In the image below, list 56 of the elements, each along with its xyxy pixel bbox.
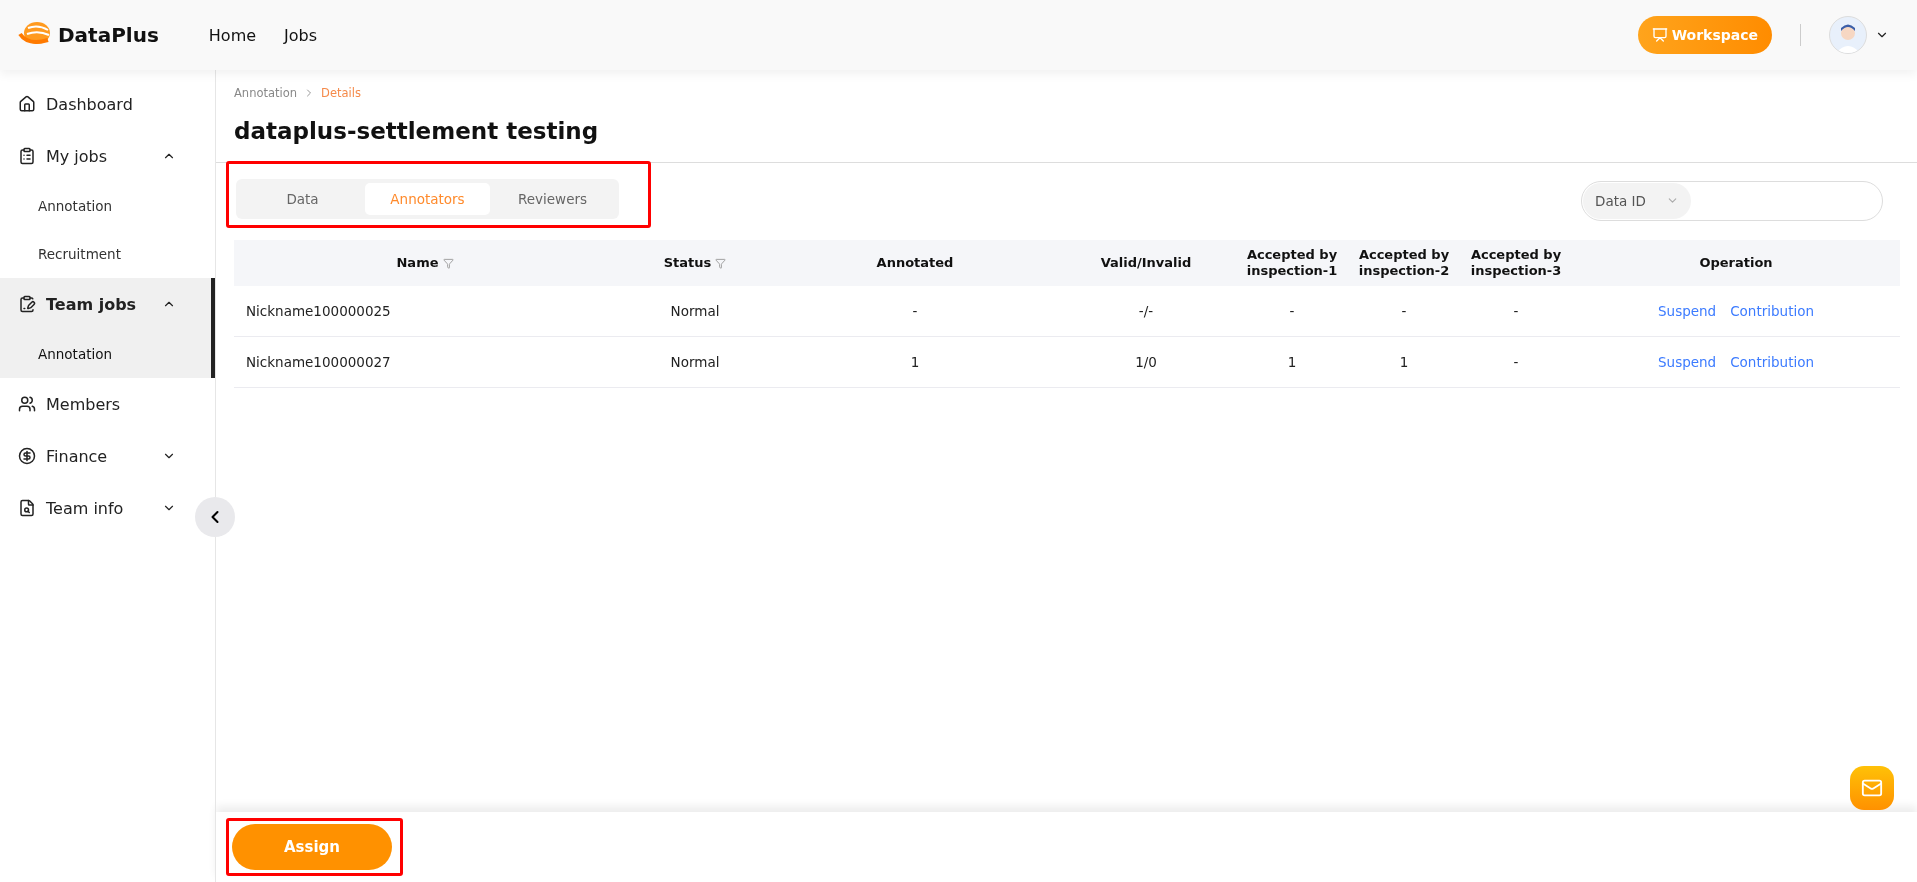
action-link[interactable]: Suspend bbox=[1658, 303, 1717, 319]
nav-link[interactable]: Jobs bbox=[284, 25, 318, 45]
table-cell-text: - bbox=[911, 302, 919, 321]
filter-select[interactable]: Data ID bbox=[1583, 182, 1691, 219]
chart-board-icon bbox=[1651, 27, 1668, 43]
table-cell-text: - bbox=[1512, 302, 1520, 321]
people-icon bbox=[18, 395, 36, 413]
table-cell-text: 1/0 bbox=[1134, 353, 1158, 372]
sidebar-subitem[interactable]: Recruitment bbox=[0, 230, 215, 278]
breadcrumb-item[interactable]: Annotation bbox=[234, 86, 298, 100]
table-cell-text: - bbox=[1288, 302, 1296, 321]
action-link[interactable]: Contribution bbox=[1730, 303, 1814, 319]
table-cell-text: 1 bbox=[1398, 353, 1410, 372]
table-cell-text: - bbox=[1400, 302, 1408, 321]
column-header: Operation bbox=[1699, 254, 1773, 272]
sidebar-subitem[interactable]: Annotation bbox=[0, 182, 215, 230]
sidebar-item[interactable]: Members bbox=[0, 378, 194, 430]
action-link[interactable]: Contribution bbox=[1730, 354, 1814, 370]
column-header: Valid/Invalid bbox=[1100, 254, 1192, 272]
message-button[interactable] bbox=[1850, 766, 1894, 810]
coin-icon bbox=[18, 447, 36, 465]
column-header: Annotated bbox=[876, 254, 954, 272]
nav-link[interactable]: Home bbox=[208, 25, 257, 45]
action-link[interactable]: Suspend bbox=[1658, 354, 1717, 370]
filter-icon[interactable] bbox=[442, 257, 454, 269]
tab[interactable]: Reviewers bbox=[490, 183, 615, 215]
table-cell-text: -/- bbox=[1137, 302, 1155, 321]
sidebar-item[interactable]: Team jobs bbox=[0, 278, 194, 330]
checklist-icon bbox=[18, 147, 36, 165]
avatar[interactable] bbox=[1829, 16, 1867, 54]
sidebar-item[interactable]: My jobs bbox=[0, 130, 194, 182]
brand-name: DataPlus bbox=[58, 23, 159, 47]
sidebar-subitem[interactable]: Annotation bbox=[0, 330, 215, 378]
table-cell-text: Nickname100000027 bbox=[245, 353, 392, 372]
table-cell-text: 1 bbox=[909, 353, 921, 372]
column-header: Accepted by inspection-3 bbox=[1469, 246, 1563, 280]
sidebar-item[interactable]: Team info bbox=[0, 482, 194, 534]
sidebar-item[interactable]: Finance bbox=[0, 430, 194, 482]
table-cell-text: 1 bbox=[1286, 353, 1298, 372]
house-icon bbox=[18, 95, 36, 113]
tab[interactable]: Data bbox=[240, 183, 365, 215]
table-cell-text: Nickname100000025 bbox=[245, 302, 392, 321]
filter-icon[interactable] bbox=[715, 257, 727, 269]
table-cell-text: Normal bbox=[669, 302, 721, 321]
document-search-icon bbox=[18, 499, 36, 517]
table-cell-text: Normal bbox=[669, 353, 721, 372]
mail-icon bbox=[1861, 777, 1883, 799]
sidebar-item[interactable]: Dashboard bbox=[0, 78, 194, 130]
collapse-button[interactable] bbox=[195, 497, 235, 537]
page-title: dataplus-settlement testing bbox=[234, 118, 600, 146]
column-header: Name bbox=[396, 254, 439, 272]
column-header: Status bbox=[663, 254, 712, 272]
breadcrumb-item: Details bbox=[321, 86, 361, 100]
column-header: Accepted by inspection-1 bbox=[1245, 246, 1339, 280]
table-cell-text: - bbox=[1512, 353, 1520, 372]
column-header: Accepted by inspection-2 bbox=[1357, 246, 1451, 280]
